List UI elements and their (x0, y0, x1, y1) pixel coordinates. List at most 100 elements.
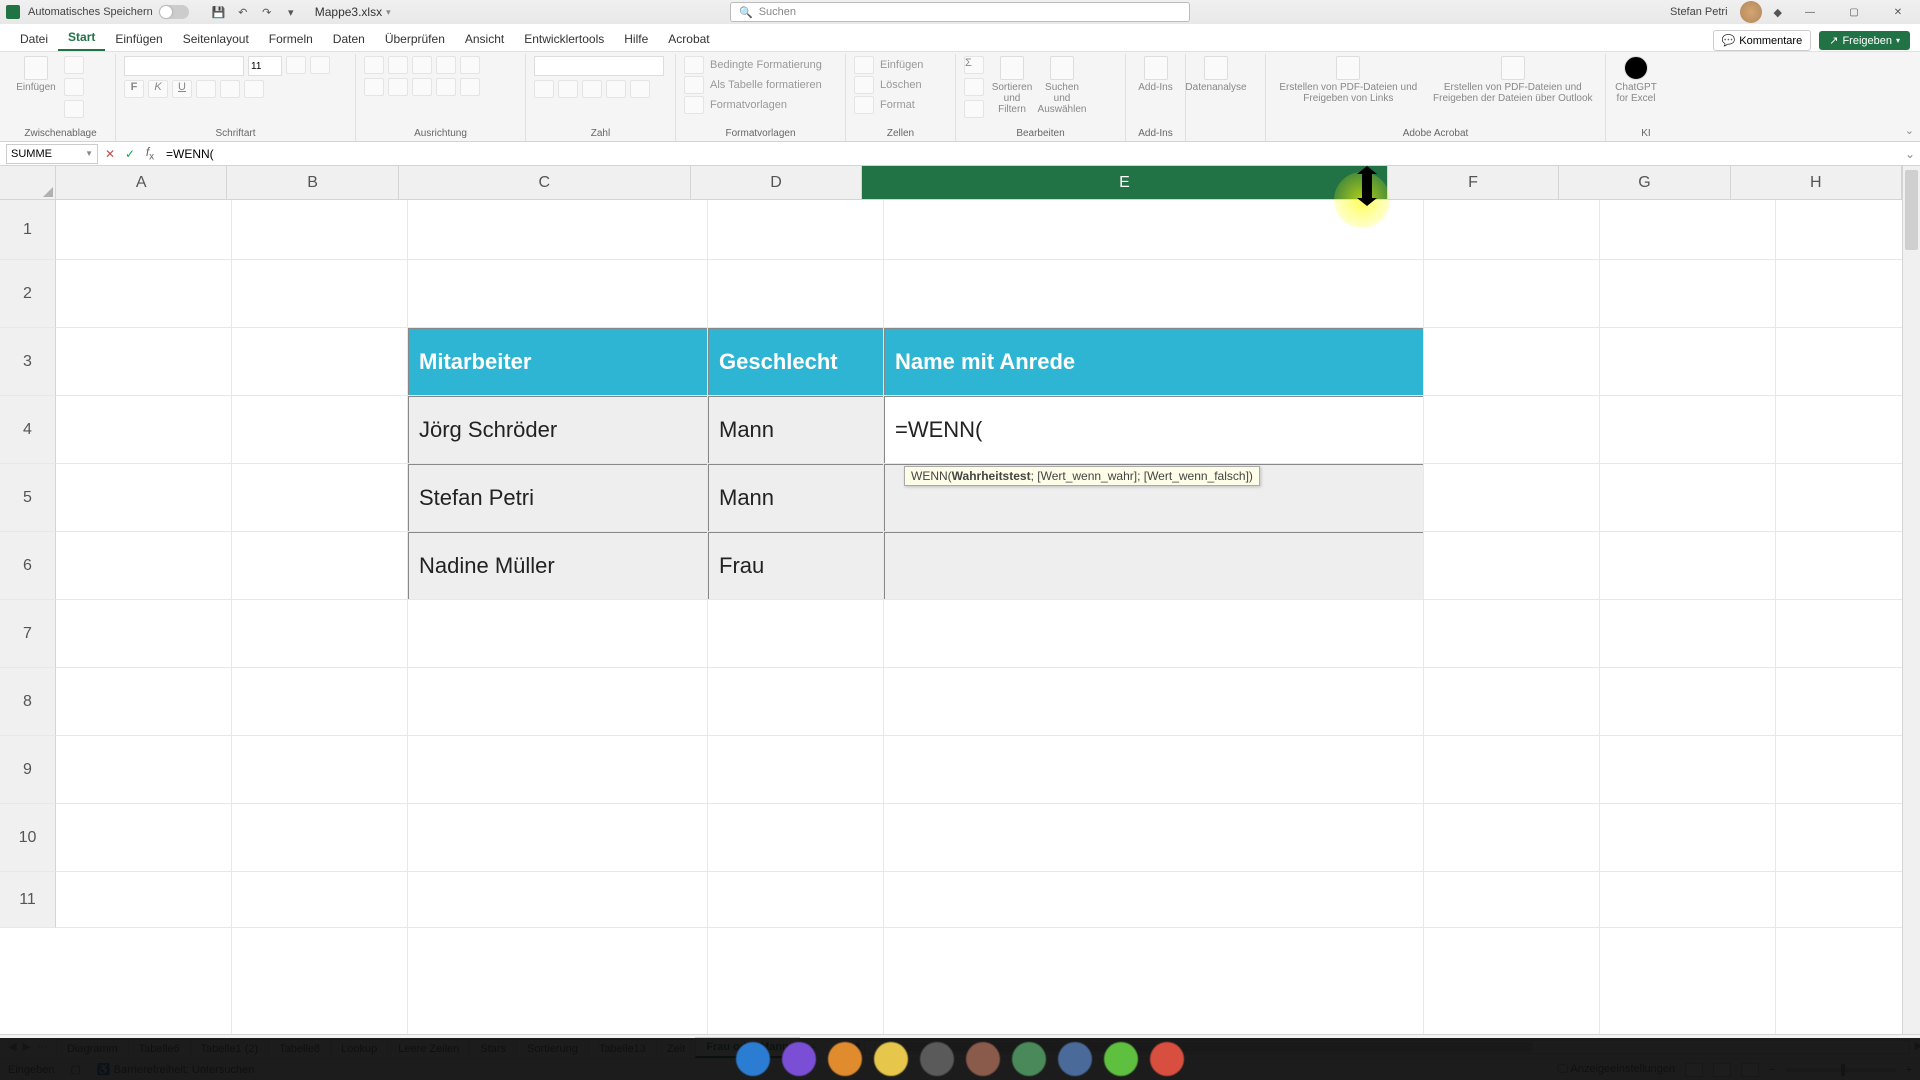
acrobat-create-outlook-button[interactable]: Erstellen von PDF-Dateien und Freigeben … (1429, 56, 1597, 104)
column-header-f[interactable]: F (1388, 166, 1559, 200)
font-name-input[interactable] (124, 56, 244, 76)
undo-icon[interactable]: ↶ (234, 3, 252, 21)
addins-button[interactable]: Add-Ins (1134, 56, 1177, 93)
row-header-4[interactable]: 4 (0, 396, 56, 464)
tab-datei[interactable]: Datei (10, 27, 58, 51)
row-header-10[interactable]: 10 (0, 804, 56, 872)
paste-button[interactable]: Einfügen (14, 56, 58, 93)
orientation-icon[interactable] (436, 56, 456, 74)
worksheet-grid[interactable]: ABCDEFGH 1234567891011 MitarbeiterGeschl… (0, 166, 1920, 1034)
table-header[interactable]: Name mit Anrede (884, 328, 1424, 396)
table-cell[interactable]: Mann (708, 464, 884, 532)
align-center-icon[interactable] (388, 78, 408, 96)
underline-icon[interactable]: U (172, 80, 192, 98)
diamond-icon[interactable]: ◆ (1774, 6, 1782, 19)
comments-button[interactable]: 💬 Kommentare (1713, 30, 1812, 51)
fill-icon[interactable] (964, 78, 984, 96)
increase-decimal-icon[interactable] (606, 80, 626, 98)
function-tooltip[interactable]: WENN(Wahrheitstest; [Wert_wenn_wahr]; [W… (904, 466, 1260, 486)
fx-icon[interactable]: fx (140, 145, 160, 162)
document-name[interactable]: Mappe3.xlsx ▾ (315, 5, 391, 19)
align-left-icon[interactable] (364, 78, 384, 96)
find-select-button[interactable]: Suchen und Auswählen (1040, 56, 1084, 115)
number-format-select[interactable] (534, 56, 664, 76)
table-header[interactable]: Mitarbeiter (408, 328, 708, 396)
taskbar-app-icon[interactable] (1012, 1042, 1046, 1076)
autosum-icon[interactable]: Σ (964, 56, 984, 74)
taskbar-app-icon[interactable] (782, 1042, 816, 1076)
chevron-down-icon[interactable]: ▼ (85, 149, 93, 158)
wrap-text-icon[interactable] (460, 56, 480, 74)
border-icon[interactable] (196, 80, 216, 98)
percent-icon[interactable] (558, 80, 578, 98)
increase-font-icon[interactable] (286, 56, 306, 74)
font-color-icon[interactable] (244, 80, 264, 98)
close-button[interactable]: ✕ (1882, 2, 1914, 22)
clear-icon[interactable] (964, 100, 984, 118)
cells-area[interactable]: MitarbeiterGeschlechtName mit Anrede Jörg… (56, 200, 1902, 1034)
table-header[interactable]: Geschlecht (708, 328, 884, 396)
tab-entwicklertools[interactable]: Entwicklertools (514, 27, 614, 51)
cut-icon[interactable] (64, 56, 84, 74)
taskbar-app-icon[interactable] (736, 1042, 770, 1076)
select-all-corner[interactable] (0, 166, 56, 200)
column-headers[interactable]: ABCDEFGH (56, 166, 1902, 200)
tab-hilfe[interactable]: Hilfe (614, 27, 658, 51)
share-button[interactable]: ↗ Freigeben ▾ (1819, 31, 1910, 50)
table-cell[interactable]: Mann (708, 396, 884, 464)
taskbar-app-icon[interactable] (1104, 1042, 1138, 1076)
row-header-3[interactable]: 3 (0, 328, 56, 396)
row-header-6[interactable]: 6 (0, 532, 56, 600)
fill-color-icon[interactable] (220, 80, 240, 98)
taskbar-app-icon[interactable] (828, 1042, 862, 1076)
taskbar-app-icon[interactable] (920, 1042, 954, 1076)
format-cells-button[interactable]: Format (854, 96, 915, 114)
table-cell[interactable]: Nadine Müller (408, 532, 708, 600)
formula-cancel-button[interactable]: ✕ (100, 147, 120, 161)
name-box[interactable]: SUMME ▼ (6, 144, 98, 164)
scrollbar-thumb[interactable] (1905, 170, 1918, 250)
minimize-button[interactable]: — (1794, 2, 1826, 22)
vertical-scrollbar[interactable] (1902, 166, 1920, 1034)
align-middle-icon[interactable] (388, 56, 408, 74)
column-header-e[interactable]: E (862, 166, 1388, 200)
tab-ueberpruefen[interactable]: Überprüfen (375, 27, 455, 51)
tab-start[interactable]: Start (58, 25, 105, 51)
row-header-2[interactable]: 2 (0, 260, 56, 328)
tab-einfuegen[interactable]: Einfügen (105, 27, 172, 51)
column-header-b[interactable]: B (227, 166, 398, 200)
ribbon-collapse-icon[interactable]: ⌄ (1905, 124, 1914, 137)
tab-ansicht[interactable]: Ansicht (455, 27, 514, 51)
align-top-icon[interactable] (364, 56, 384, 74)
search-input[interactable]: 🔍 Suchen (730, 2, 1190, 22)
taskbar-app-icon[interactable] (874, 1042, 908, 1076)
formula-input[interactable]: =WENN( (160, 147, 1900, 161)
indent-decrease-icon[interactable] (436, 78, 456, 96)
data-analysis-button[interactable]: Datenanalyse (1194, 56, 1238, 93)
column-header-a[interactable]: A (56, 166, 227, 200)
row-header-1[interactable]: 1 (0, 200, 56, 260)
indent-increase-icon[interactable] (460, 78, 480, 96)
taskbar-app-icon[interactable] (1150, 1042, 1184, 1076)
insert-cells-button[interactable]: Einfügen (854, 56, 923, 74)
autosave-toggle[interactable]: Automatisches Speichern (28, 5, 189, 19)
formula-expand-icon[interactable]: ⌄ (1900, 147, 1920, 161)
sort-filter-button[interactable]: Sortieren und Filtern (990, 56, 1034, 115)
decrease-decimal-icon[interactable] (630, 80, 650, 98)
cell-styles-button[interactable]: Formatvorlagen (684, 96, 787, 114)
save-icon[interactable]: 💾 (210, 3, 228, 21)
formula-confirm-button[interactable]: ✓ (120, 147, 140, 161)
taskbar-app-icon[interactable] (966, 1042, 1000, 1076)
tab-acrobat[interactable]: Acrobat (658, 27, 719, 51)
column-header-h[interactable]: H (1731, 166, 1902, 200)
toggle-switch-icon[interactable] (159, 5, 189, 19)
tab-daten[interactable]: Daten (323, 27, 375, 51)
tab-seitenlayout[interactable]: Seitenlayout (173, 27, 259, 51)
table-cell[interactable]: Jörg Schröder (408, 396, 708, 464)
user-avatar-icon[interactable] (1740, 1, 1762, 23)
column-header-c[interactable]: C (399, 166, 691, 200)
row-header-11[interactable]: 11 (0, 872, 56, 928)
user-name[interactable]: Stefan Petri (1670, 6, 1727, 18)
chatgpt-button[interactable]: ChatGPT for Excel (1614, 56, 1658, 104)
format-as-table-button[interactable]: Als Tabelle formatieren (684, 76, 822, 94)
